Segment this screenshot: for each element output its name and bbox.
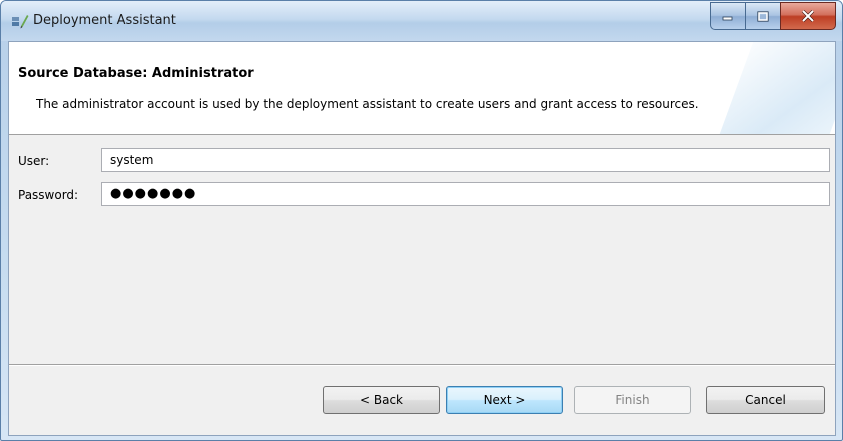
deployment-assistant-icon (12, 15, 29, 29)
next-button[interactable]: Next > (446, 386, 563, 414)
back-button[interactable]: < Back (323, 386, 440, 414)
maximize-icon (757, 10, 769, 22)
title-bar[interactable]: Deployment Assistant (1, 1, 842, 41)
credentials-form: User: system Password: ●●●●●●● (9, 135, 835, 403)
maximize-button[interactable] (745, 2, 780, 30)
user-label: User: (18, 154, 50, 168)
finish-button: Finish (574, 386, 691, 414)
password-field[interactable]: ●●●●●●● (101, 182, 830, 206)
wizard-header: Source Database: Administrator The admin… (9, 42, 835, 135)
page-title: Source Database: Administrator (18, 66, 254, 81)
caption-buttons (710, 2, 836, 30)
close-icon (801, 10, 815, 22)
button-bar-separator (9, 364, 835, 366)
deployment-assistant-window: Deployment Assistant Source Database: Ad… (0, 0, 843, 441)
wizard-client-area: Source Database: Administrator The admin… (8, 41, 836, 436)
close-button[interactable] (780, 2, 836, 30)
window-title: Deployment Assistant (33, 13, 176, 28)
minimize-icon (722, 16, 733, 21)
password-label: Password: (18, 188, 79, 202)
minimize-button[interactable] (710, 2, 745, 30)
cancel-button[interactable]: Cancel (706, 386, 825, 414)
page-description: The administrator account is used by the… (36, 97, 699, 111)
header-decoration (709, 42, 835, 134)
user-field[interactable]: system (101, 148, 830, 172)
